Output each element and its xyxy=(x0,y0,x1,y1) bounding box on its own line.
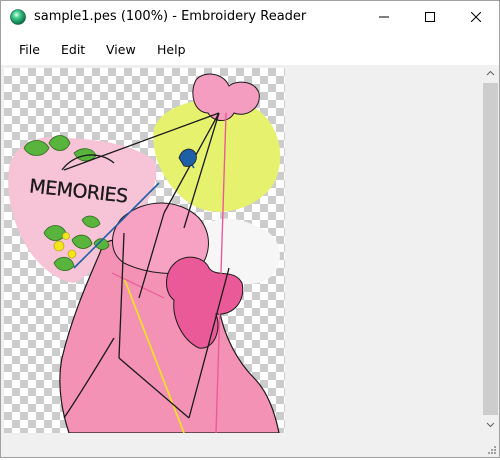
scroll-up-button[interactable] xyxy=(482,65,499,82)
resize-grip[interactable] xyxy=(482,433,499,457)
vertical-scrollbar[interactable] xyxy=(482,65,499,433)
menu-help[interactable]: Help xyxy=(157,42,186,57)
close-icon xyxy=(471,12,481,22)
maximize-button[interactable] xyxy=(407,1,453,33)
chevron-down-icon xyxy=(486,422,495,428)
embroidery-design: MEMORIES xyxy=(8,73,281,433)
horizontal-scroll-area xyxy=(1,433,481,457)
menu-bar: File Edit View Help xyxy=(1,33,499,65)
title-bar[interactable]: sample1.pes (100%) - Embroidery Reader xyxy=(1,1,499,33)
chevron-up-icon xyxy=(486,70,495,76)
close-button[interactable] xyxy=(453,1,499,33)
app-window: sample1.pes (100%) - Embroidery Reader F… xyxy=(0,0,500,458)
embroidery-canvas[interactable]: MEMORIES xyxy=(4,68,285,433)
window-title: sample1.pes (100%) - Embroidery Reader xyxy=(34,9,307,24)
minimize-button[interactable] xyxy=(361,1,407,33)
scroll-thumb[interactable] xyxy=(483,83,498,415)
design-viewport[interactable]: MEMORIES xyxy=(1,65,481,433)
maximize-icon xyxy=(425,12,435,22)
scroll-down-button[interactable] xyxy=(482,416,499,433)
minimize-icon xyxy=(379,16,389,18)
grip-icon xyxy=(488,446,496,454)
green-sphere-icon xyxy=(10,9,26,25)
menu-edit[interactable]: Edit xyxy=(61,42,85,57)
menu-file[interactable]: File xyxy=(19,42,40,57)
menu-view[interactable]: View xyxy=(106,42,136,57)
